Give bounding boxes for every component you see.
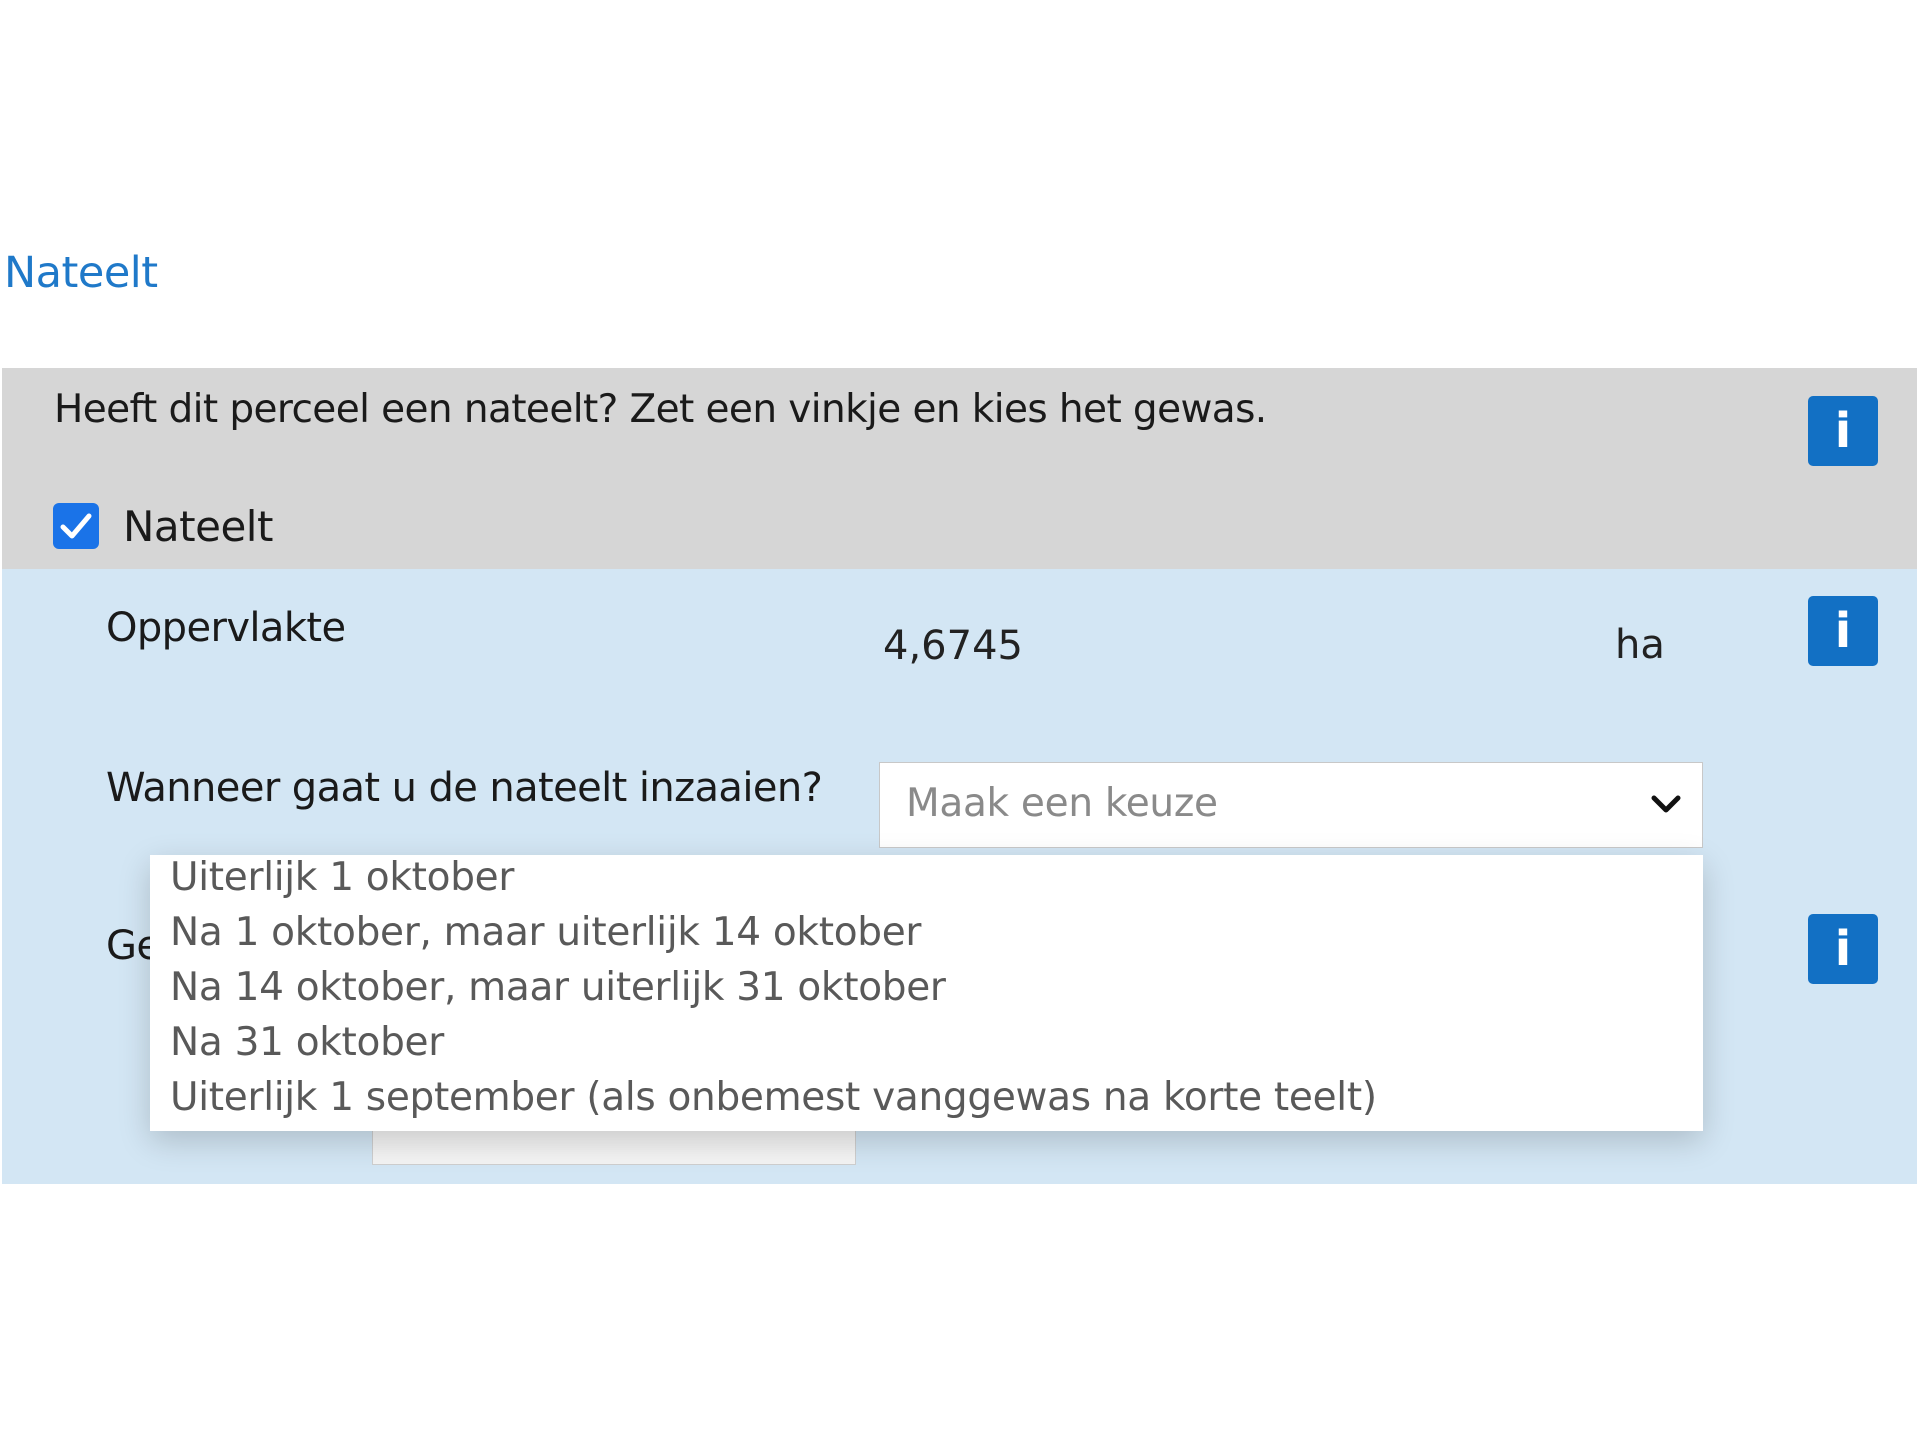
info-icon[interactable]: i xyxy=(1808,914,1878,984)
page: Nateelt Heeft dit perceel een nateelt? Z… xyxy=(0,0,1920,1440)
dropdown-option[interactable]: Na 1 oktober, maar uiterlijk 14 oktober xyxy=(170,910,921,955)
nateelt-question-text: Heeft dit perceel een nateelt? Zet een v… xyxy=(54,387,1267,432)
dropdown-option[interactable]: Na 31 oktober xyxy=(170,1020,444,1065)
section-title: Nateelt xyxy=(4,248,158,298)
sowing-time-select[interactable]: Maak een keuze xyxy=(879,762,1703,848)
select-placeholder: Maak een keuze xyxy=(906,781,1218,826)
sowing-question-label: Wanneer gaat u de nateelt inzaaien? xyxy=(106,765,823,811)
nateelt-checkbox[interactable] xyxy=(53,503,99,549)
info-icon[interactable]: i xyxy=(1808,596,1878,666)
dropdown-option[interactable]: Na 14 oktober, maar uiterlijk 31 oktober xyxy=(170,965,946,1010)
dropdown-option[interactable]: Uiterlijk 1 oktober xyxy=(170,855,514,900)
nateelt-checkbox-label[interactable]: Nateelt xyxy=(123,502,273,551)
area-label: Oppervlakte xyxy=(106,605,346,651)
area-unit: ha xyxy=(1615,622,1665,668)
chevron-down-icon xyxy=(1651,795,1681,813)
area-value: 4,6745 xyxy=(883,623,1023,669)
checkmark-icon xyxy=(60,513,92,539)
info-icon[interactable]: i xyxy=(1808,396,1878,466)
dropdown-option[interactable]: Uiterlijk 1 september (als onbemest vang… xyxy=(170,1075,1377,1120)
select-arrow[interactable] xyxy=(1630,763,1702,847)
sowing-options-dropdown: Uiterlijk 1 oktober Na 1 oktober, maar u… xyxy=(150,855,1703,1131)
